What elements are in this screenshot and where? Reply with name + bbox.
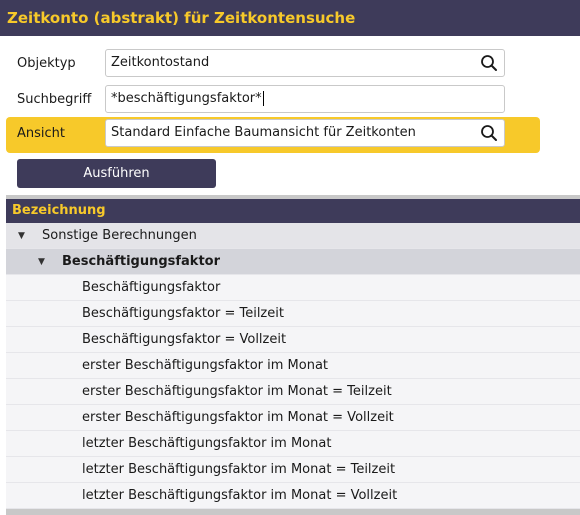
tree-item-label: erster Beschäftigungsfaktor im Monat = T… xyxy=(82,384,392,399)
tree-group-sonstige-berechnungen[interactable]: ▼ Sonstige Berechnungen xyxy=(6,223,580,249)
objekttyp-label: Objektyp xyxy=(17,56,76,71)
objekttyp-field[interactable]: Zeitkontostand xyxy=(105,49,505,77)
search-icon[interactable] xyxy=(480,124,498,142)
execute-button[interactable]: Ausführen xyxy=(17,159,216,188)
tree-item[interactable]: Beschäftigungsfaktor = Teilzeit xyxy=(6,301,580,327)
tree-item[interactable]: letzter Beschäftigungsfaktor im Monat = … xyxy=(6,457,580,483)
suchbegriff-value: *beschäftigungsfaktor* xyxy=(111,91,262,106)
tree-item[interactable]: letzter Beschäftigungsfaktor im Monat xyxy=(6,431,580,457)
ansicht-label: Ansicht xyxy=(17,126,66,141)
search-form: Objektyp Zeitkontostand Suchbegriff *bes… xyxy=(0,36,580,196)
result-tree: ▼ Sonstige Berechnungen ▼ Beschäftigungs… xyxy=(6,223,580,509)
tree-item-label: Beschäftigungsfaktor xyxy=(82,280,221,295)
tree-item-label: letzter Beschäftigungsfaktor im Monat xyxy=(82,436,332,451)
ansicht-field[interactable]: Standard Einfache Baumansicht für Zeitko… xyxy=(105,119,505,147)
suchbegriff-label: Suchbegriff xyxy=(17,92,92,107)
tree-item-label: letzter Beschäftigungsfaktor im Monat = … xyxy=(82,462,396,477)
bottom-scroll-edge xyxy=(6,509,580,515)
tree-item-label: erster Beschäftigungsfaktor im Monat xyxy=(82,358,329,373)
tree-item[interactable]: Beschäftigungsfaktor xyxy=(6,275,580,301)
suchbegriff-input[interactable]: *beschäftigungsfaktor* xyxy=(105,85,505,113)
tree-item-label: Beschäftigungsfaktor = Vollzeit xyxy=(82,332,287,347)
tree-group-beschaeftigungsfaktor[interactable]: ▼ Beschäftigungsfaktor xyxy=(6,249,580,275)
tree-item-label: Beschäftigungsfaktor = Teilzeit xyxy=(82,306,284,321)
tree-group-label: Sonstige Berechnungen xyxy=(42,228,197,243)
tree-item-label: letzter Beschäftigungsfaktor im Monat = … xyxy=(82,488,398,503)
search-icon[interactable] xyxy=(480,54,498,72)
ansicht-value: Standard Einfache Baumansicht für Zeitko… xyxy=(111,125,416,140)
caret-down-icon[interactable]: ▼ xyxy=(18,223,25,249)
tree-item[interactable]: letzter Beschäftigungsfaktor im Monat = … xyxy=(6,483,580,509)
tree-item[interactable]: Beschäftigungsfaktor = Vollzeit xyxy=(6,327,580,353)
tree-group-label: Beschäftigungsfaktor xyxy=(62,254,221,269)
column-header-bezeichnung[interactable]: Bezeichnung xyxy=(6,195,580,223)
tree-item[interactable]: erster Beschäftigungsfaktor im Monat = T… xyxy=(6,379,580,405)
tree-item[interactable]: erster Beschäftigungsfaktor im Monat xyxy=(6,353,580,379)
text-cursor xyxy=(262,91,264,106)
tree-item-label: erster Beschäftigungsfaktor im Monat = V… xyxy=(82,410,394,425)
caret-down-icon[interactable]: ▼ xyxy=(38,249,45,275)
window-title: Zeitkonto (abstrakt) für Zeitkontensuche xyxy=(0,0,580,36)
tree-item[interactable]: erster Beschäftigungsfaktor im Monat = V… xyxy=(6,405,580,431)
objekttyp-value: Zeitkontostand xyxy=(111,55,210,70)
